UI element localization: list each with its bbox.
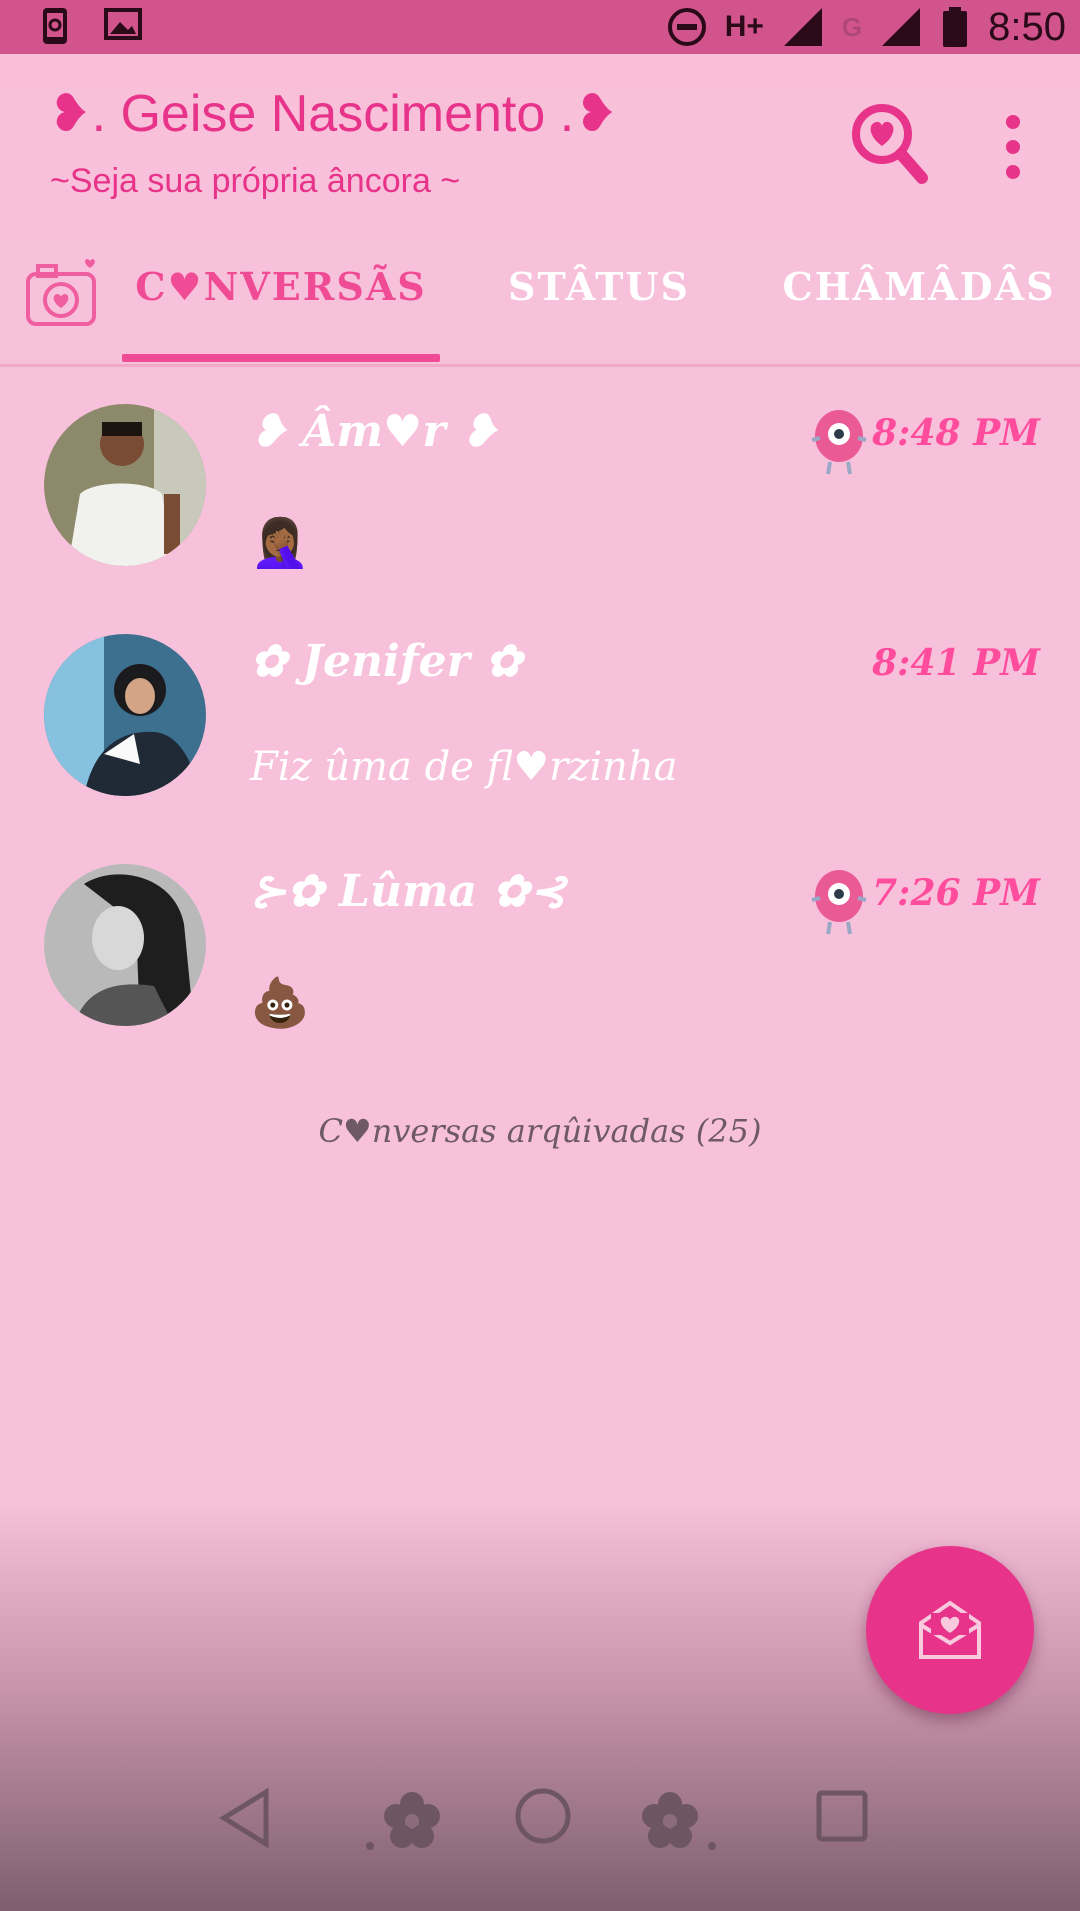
- signal-2-icon: [882, 8, 921, 46]
- more-options-button[interactable]: [998, 112, 1028, 182]
- more-vert-icon: [1006, 115, 1020, 179]
- chat-time: 8:41 PM: [872, 642, 1040, 684]
- camera-heart-icon: [26, 259, 96, 326]
- chat-name: ❥ Âm♥r ❥: [250, 406, 498, 457]
- tab-conversas[interactable]: C♥NVERSÃS: [122, 264, 440, 324]
- do-not-disturb-icon: [667, 8, 706, 46]
- monster-sticker-icon: [811, 870, 867, 935]
- network-type-label: H+: [724, 10, 764, 43]
- monster-sticker-icon: [811, 410, 867, 475]
- archived-chats-link[interactable]: C♥nversas arqûivadas (25): [0, 1112, 1080, 1150]
- tab-status[interactable]: STÂTUS: [440, 264, 758, 324]
- chat-name: ⊱✿ Lûma ✿⊰: [250, 866, 567, 917]
- chat-last-message: 💩: [250, 975, 310, 1031]
- home-nav-icon[interactable]: [514, 1786, 572, 1846]
- chat-time: 7:26 PM: [872, 872, 1040, 914]
- status-time: 8:50: [988, 4, 1066, 49]
- status-left-icons: [40, 6, 144, 46]
- chat-name: ✿ Jenifer ✿: [250, 636, 522, 687]
- avatar[interactable]: [44, 634, 206, 796]
- status-right-icons: H+ G 8:50: [667, 0, 1066, 54]
- camera-tab[interactable]: [24, 258, 100, 330]
- chat-row[interactable]: ❥ Âm♥r ❥ 8:48 PM 🤦🏾‍♀️: [0, 404, 1080, 629]
- status-bar: H+ G 8:50: [0, 0, 1080, 54]
- flower-nav-icon-2: [642, 1792, 716, 1850]
- flower-nav-icon: [366, 1792, 440, 1850]
- phone-sync-icon: [43, 8, 67, 44]
- recents-nav-icon[interactable]: [814, 1788, 870, 1844]
- heart-search-icon: [852, 104, 928, 184]
- signal-icon: [783, 8, 822, 46]
- envelope-heart-icon: [919, 1600, 981, 1659]
- chat-row[interactable]: ✿ Jenifer ✿ 8:41 PM Fiz ûma de fl♥rzinha: [0, 634, 1080, 859]
- chat-last-message: 🤦🏾‍♀️: [250, 515, 310, 571]
- back-nav-icon[interactable]: [218, 1788, 272, 1848]
- profile-title[interactable]: ❥. Geise Nascimento .❥: [48, 84, 618, 144]
- chat-last-message: Fiz ûma de fl♥rzinha: [250, 744, 678, 790]
- chat-time: 8:48 PM: [872, 412, 1040, 454]
- network2-type-label: G: [841, 11, 863, 42]
- avatar[interactable]: [44, 864, 206, 1026]
- new-chat-button[interactable]: [866, 1546, 1034, 1714]
- app-bar: ❥. Geise Nascimento .❥ ~Seja sua própria…: [0, 54, 1080, 367]
- search-button[interactable]: [850, 102, 930, 188]
- battery-icon: [943, 7, 968, 47]
- chat-row[interactable]: ⊱✿ Lûma ✿⊰ 7:26 PM 💩: [0, 864, 1080, 1089]
- gallery-icon: [104, 8, 142, 40]
- profile-subtitle: ~Seja sua própria âncora ~: [50, 162, 461, 200]
- navigation-bar: [0, 1780, 1080, 1890]
- avatar[interactable]: [44, 404, 206, 566]
- tab-chamadas[interactable]: CHÂMÂDÂS: [758, 264, 1080, 324]
- active-tab-indicator: [122, 354, 440, 362]
